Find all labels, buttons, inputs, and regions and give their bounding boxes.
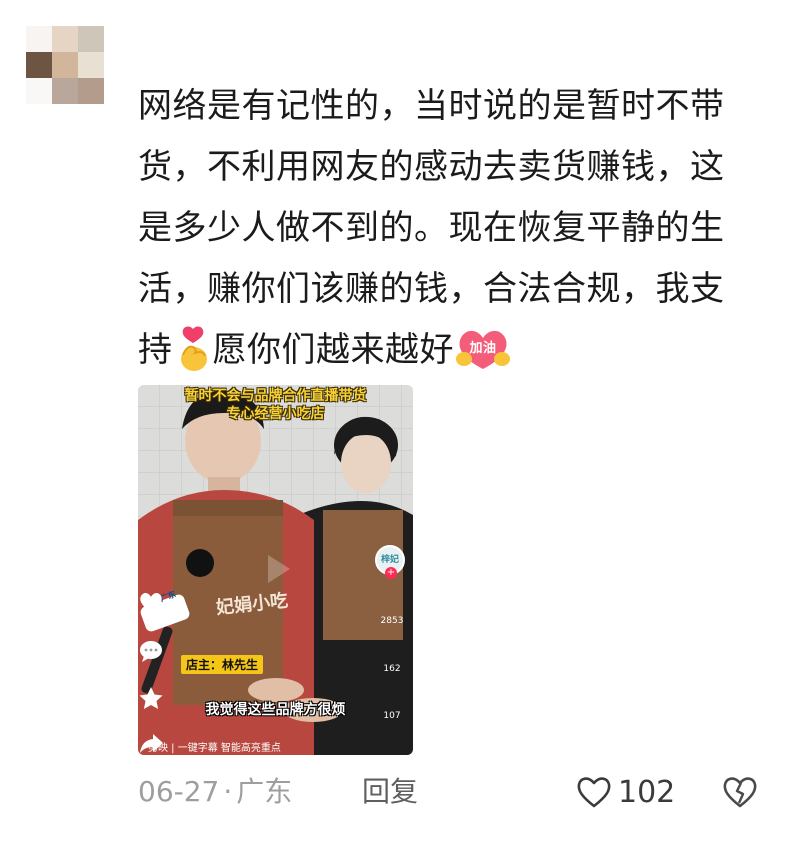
video-heart-icon[interactable] bbox=[138, 591, 164, 615]
avatar-pixel bbox=[78, 26, 104, 52]
like-button[interactable]: 102 bbox=[576, 772, 675, 812]
avatar-pixel bbox=[78, 78, 104, 104]
avatar-pixel bbox=[52, 52, 78, 78]
video-caption-line1: 暂时不会与品牌合作直播带货 bbox=[184, 388, 367, 404]
comment-location: 广东 bbox=[236, 775, 293, 808]
video-like-count: 2853 bbox=[380, 616, 404, 626]
comment-text: 网络是有记性的，当时说的是暂时不带货，不利用网友的感动去卖货赚钱，这是多少人做不… bbox=[138, 76, 758, 381]
comment-date: 06-27 bbox=[138, 775, 220, 808]
follow-plus-icon[interactable]: + bbox=[385, 567, 397, 579]
comment-tail-text: 愿你们越来越好 bbox=[212, 330, 454, 370]
broken-heart-icon[interactable] bbox=[722, 774, 758, 810]
comment-meta: 06-27 · 广东 bbox=[138, 772, 292, 812]
video-star-icon[interactable] bbox=[138, 686, 164, 710]
video-thumbnail[interactable]: 暂时不会与品牌合作直播带货 专心经营小吃店 妃娟小吃 广东 店主：林先生 我觉得… bbox=[138, 385, 413, 755]
avatar-pixel bbox=[52, 78, 78, 104]
cheer-emoji-text: 加油 bbox=[468, 340, 496, 356]
video-comment-icon[interactable] bbox=[138, 639, 164, 663]
like-count: 102 bbox=[618, 774, 676, 810]
video-watermark: 剪映 | 一键字幕 智能高亮重点 bbox=[148, 743, 281, 754]
avatar-pixel bbox=[26, 78, 52, 104]
owner-name-tag: 店主：林先生 bbox=[181, 655, 264, 674]
meta-separator: · bbox=[223, 775, 233, 808]
avatar-pixel bbox=[26, 26, 52, 52]
finger-heart-emoji-icon bbox=[173, 325, 213, 373]
video-caption-top: 暂时不会与品牌合作直播带货 专心经营小吃店 bbox=[138, 387, 413, 423]
avatar-pixel bbox=[78, 52, 104, 78]
cheer-emoji-icon: 加油 bbox=[454, 327, 512, 371]
user-avatar[interactable] bbox=[26, 26, 104, 104]
video-favorite-count: 107 bbox=[383, 711, 401, 721]
video-subtitle: 我觉得这些品牌方很烦 bbox=[205, 702, 346, 718]
avatar-pixel bbox=[26, 52, 52, 78]
video-comment-count: 162 bbox=[383, 664, 401, 674]
avatar-pixel bbox=[52, 26, 78, 52]
video-share-icon[interactable] bbox=[138, 731, 164, 755]
heart-outline-icon bbox=[577, 777, 611, 808]
reply-button[interactable]: 回复 bbox=[362, 772, 418, 812]
video-caption-line2: 专心经营小吃店 bbox=[226, 406, 325, 422]
comment-main-text: 网络是有记性的，当时说的是暂时不带货，不利用网友的感动去卖货赚钱，这是多少人做不… bbox=[138, 86, 725, 370]
